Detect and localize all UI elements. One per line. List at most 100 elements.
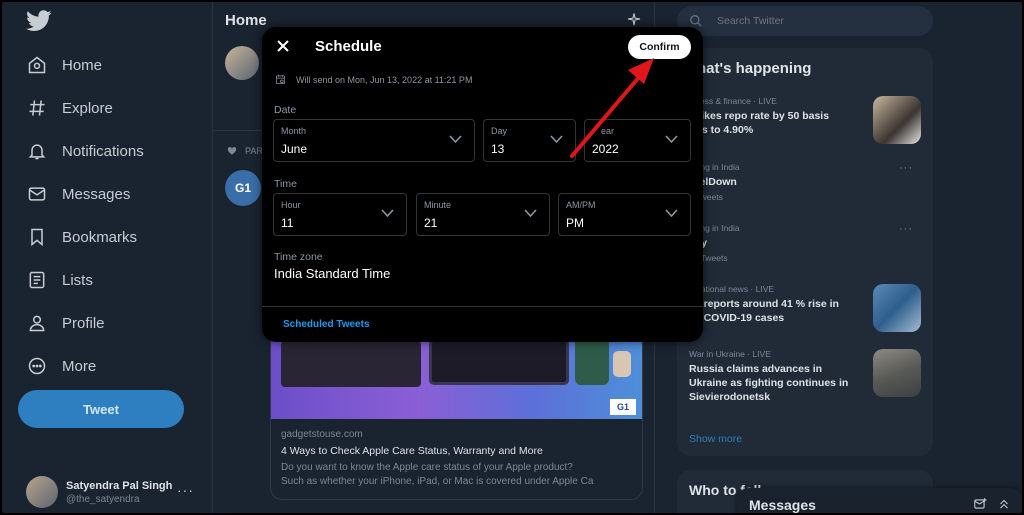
sparkle-icon[interactable] [626,12,642,28]
trend-item[interactable]: nding in India irtelDown 6 Tweets ··· [689,162,923,202]
left-sidebar: Home Explore Notifications Messages Book… [2,2,212,513]
more-dots-icon[interactable]: ··· [899,223,913,235]
laptop-image [281,341,421,387]
nav-item-bookmarks[interactable]: Bookmarks [26,221,137,253]
close-icon [277,40,289,52]
chevron-down-icon [449,135,462,144]
search-box[interactable] [677,6,933,36]
nav-label-profile: Profile [62,314,105,332]
heart-icon [227,147,237,155]
schedule-summary-text: Will send on Mon, Jun 13, 2022 at 11:21 … [296,74,473,85]
person-icon [26,312,48,334]
account-text: Satyendra Pal Singh @the_satyendra [66,480,172,505]
page-title: Home [225,12,267,29]
messages-drawer[interactable]: Messages [737,488,1022,513]
new-message-icon[interactable] [973,497,987,511]
calendar-clock-icon [276,74,285,84]
minute-select[interactable]: Minute 21 [416,193,550,236]
card-title: 4 Ways to Check Apple Care Status, Warra… [281,445,543,457]
minute-select-value: 21 [424,216,438,230]
nav-item-profile[interactable]: Profile [26,307,105,339]
home-icon [26,54,48,76]
iphone-image [575,337,609,385]
avatar [26,476,58,508]
modal-title: Schedule [315,38,382,55]
whats-happening-panel: hat's happening siness & finance · LIVE … [677,48,933,456]
link-preview-card[interactable]: G1 gadgetstouse.com 4 Ways to Check Appl… [270,332,643,500]
card-domain: gadgetstouse.com [281,429,363,440]
trend-count: 6 Tweets [689,192,723,202]
time-label: Time [274,178,297,190]
trend-thumbnail [873,349,921,397]
hour-select-label: Hour [281,200,301,210]
chevron-down-icon [665,209,678,218]
card-desc-line-2: Such as whether your iPhone, iPad, or Ma… [281,476,594,487]
nav-label-home: Home [62,56,103,74]
card-desc-line-1: Do you want to know the Apple care statu… [281,462,573,473]
trend-count: 48 Tweets [689,253,728,263]
nav-item-home[interactable]: Home [26,49,102,81]
trend-item[interactable]: nding in India pay 48 Tweets ··· [689,223,923,263]
bell-icon [26,140,48,162]
nav-label-explore: Explore [62,99,113,117]
watch-image [613,351,631,377]
messages-drawer-title: Messages [749,497,816,513]
day-select-label: Day [491,126,508,136]
more-dots-icon[interactable]: ··· [899,162,913,174]
hour-select[interactable]: Hour 11 [273,193,407,236]
envelope-icon [26,183,48,205]
nav-label-messages: Messages [62,185,131,203]
hour-select-value: 11 [281,216,294,230]
app-frame: Home Explore Notifications Messages Book… [2,2,1022,513]
nav-item-messages[interactable]: Messages [26,178,130,210]
hashtag-icon [26,97,48,119]
nav-item-notifications[interactable]: Notifications [26,135,144,167]
chevrons-up-icon[interactable] [997,497,1011,511]
account-switcher[interactable]: Satyendra Pal Singh @the_satyendra ··· [26,474,206,510]
schedule-summary: Will send on Mon, Jun 13, 2022 at 11:21 … [275,74,472,85]
nav-label-lists: Lists [62,271,93,289]
nav-item-explore[interactable]: Explore [26,92,113,124]
scheduled-tweets-link[interactable]: Scheduled Tweets [283,319,370,330]
ampm-select-label: AM/PM [566,200,596,210]
trend-meta: nding in India [689,223,740,233]
pinned-text: PAR [245,146,263,156]
chevron-down-icon [381,209,394,218]
tweet-button[interactable]: Tweet [18,390,184,428]
ipad-image [429,339,569,385]
timezone-label: Time zone [274,251,323,263]
twitter-logo-icon[interactable] [26,10,52,32]
ampm-select[interactable]: AM/PM PM [558,193,691,236]
trend-item[interactable]: siness & finance · LIVE I hikes repo rat… [689,96,923,144]
nav-item-more[interactable]: More [26,350,96,382]
show-more-link[interactable]: Show more [689,433,742,445]
account-handle: @the_satyendra [66,493,140,505]
account-name: Satyendra Pal Singh [66,479,173,492]
minute-select-label: Minute [424,200,452,210]
card-image: G1 [271,333,642,419]
ampm-select-value: PM [566,216,584,230]
trend-item[interactable]: War in Ukraine · LIVE Russia claims adva… [689,349,923,404]
trend-thumbnail [873,96,921,144]
month-select-label: Month [281,126,307,136]
whats-happening-title: hat's happening [697,60,812,77]
date-label: Date [274,104,297,116]
trend-title: irtelDown [689,176,737,188]
search-input[interactable] [717,15,917,27]
messages-drawer-actions [973,497,1011,511]
list-icon [26,269,48,291]
month-select-value: June [281,142,308,156]
card-logo: G1 [610,399,636,415]
divider [262,306,703,307]
timezone-value: India Standard Time [274,266,391,281]
nav-item-lists[interactable]: Lists [26,264,93,296]
trend-item[interactable]: a national news · LIVE lia reports aroun… [689,284,923,332]
month-select[interactable]: Month June [273,119,475,162]
pinned-label: PAR [227,146,263,156]
more-circle-icon [26,355,48,377]
close-button[interactable] [274,37,292,55]
nav-label-more: More [62,357,97,375]
card-description: Do you want to know the Apple care statu… [281,461,637,489]
compose-avatar [225,46,259,80]
tweet-author-avatar[interactable]: G1 [225,170,261,206]
